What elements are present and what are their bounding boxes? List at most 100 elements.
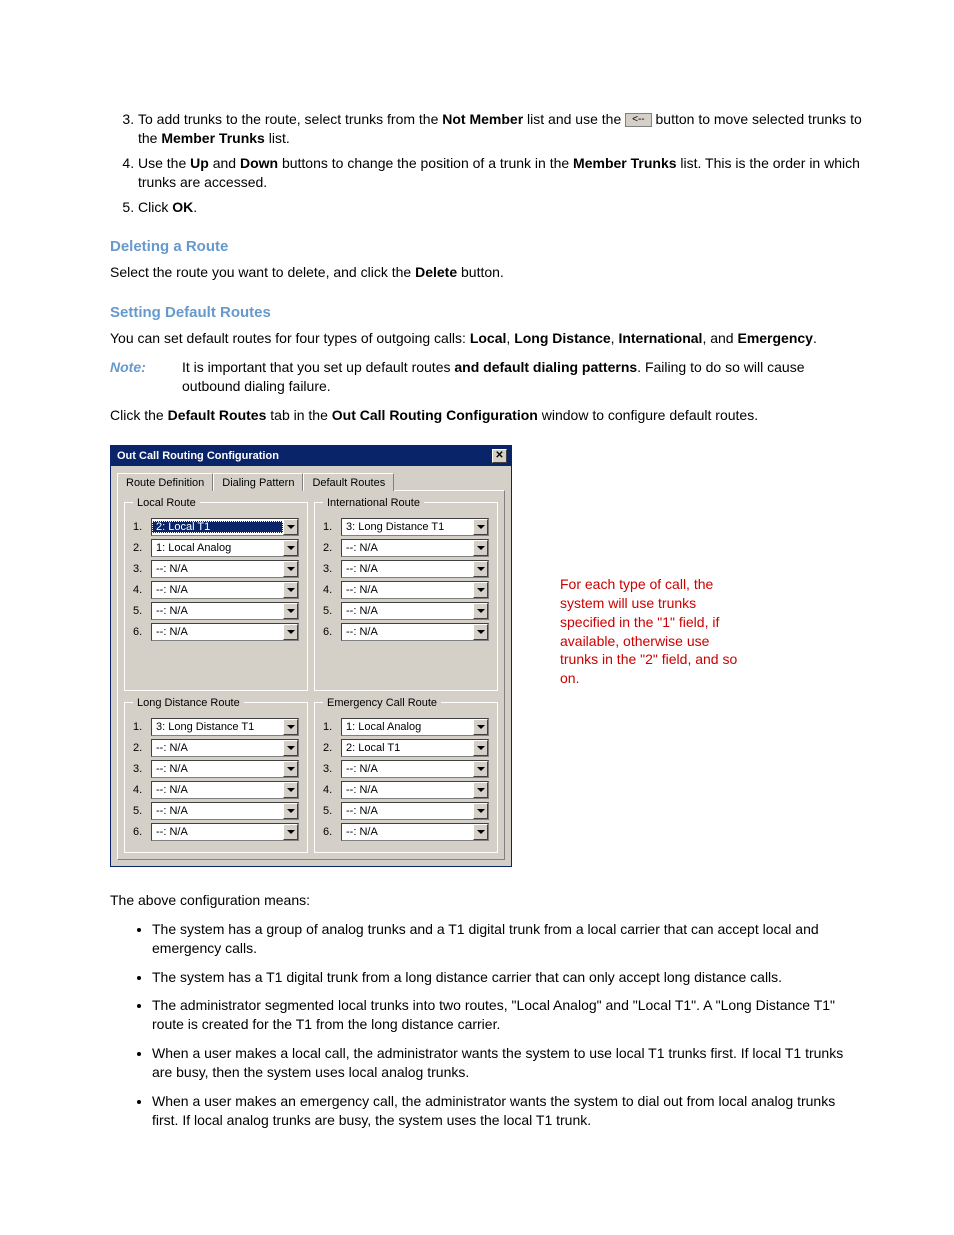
step-5: Click OK.	[138, 198, 864, 217]
route-dropdown[interactable]: --: N/A	[341, 802, 489, 820]
chevron-down-icon[interactable]	[283, 540, 298, 556]
chevron-down-icon[interactable]	[473, 740, 488, 756]
callout-text: For each type of call, the system will u…	[560, 575, 750, 688]
route-row: 5.--: N/A	[323, 802, 489, 820]
route-dropdown-value: --: N/A	[152, 563, 283, 575]
heading-deleting-route: Deleting a Route	[110, 238, 864, 255]
steps-list: To add trunks to the route, select trunk…	[110, 110, 864, 216]
route-row-number: 1.	[323, 721, 341, 733]
chevron-down-icon[interactable]	[283, 603, 298, 619]
heading-default-routes: Setting Default Routes	[110, 304, 864, 321]
chevron-down-icon[interactable]	[473, 519, 488, 535]
route-dropdown[interactable]: --: N/A	[341, 781, 489, 799]
explain-intro: The above configuration means:	[110, 891, 864, 910]
route-row: 6.--: N/A	[133, 823, 299, 841]
route-dropdown[interactable]: --: N/A	[151, 781, 299, 799]
legend-emerg: Emergency Call Route	[323, 697, 441, 709]
out-call-routing-dialog: Out Call Routing Configuration ✕ Route D…	[110, 445, 512, 867]
chevron-down-icon[interactable]	[473, 824, 488, 840]
route-dropdown-value: --: N/A	[152, 605, 283, 617]
route-dropdown[interactable]: --: N/A	[151, 623, 299, 641]
route-dropdown-value: --: N/A	[152, 626, 283, 638]
route-dropdown[interactable]: --: N/A	[151, 560, 299, 578]
route-dropdown[interactable]: 2: Local T1	[151, 518, 299, 536]
route-dropdown[interactable]: --: N/A	[341, 581, 489, 599]
route-dropdown[interactable]: --: N/A	[151, 739, 299, 757]
route-row: 2.1: Local Analog	[133, 539, 299, 557]
route-dropdown[interactable]: --: N/A	[341, 539, 489, 557]
route-dropdown[interactable]: --: N/A	[151, 802, 299, 820]
note-label: Note:	[110, 358, 182, 396]
close-icon[interactable]: ✕	[492, 449, 507, 463]
chevron-down-icon[interactable]	[283, 761, 298, 777]
chevron-down-icon[interactable]	[473, 803, 488, 819]
route-dropdown[interactable]: --: N/A	[341, 560, 489, 578]
route-row: 3.--: N/A	[323, 760, 489, 778]
chevron-down-icon[interactable]	[473, 782, 488, 798]
tab-default-routes[interactable]: Default Routes	[303, 473, 394, 491]
chevron-down-icon[interactable]	[283, 740, 298, 756]
dialog-tabs: Route Definition Dialing Pattern Default…	[111, 466, 511, 490]
route-dropdown[interactable]: --: N/A	[341, 823, 489, 841]
route-dropdown[interactable]: 3: Long Distance T1	[341, 518, 489, 536]
route-row-number: 4.	[323, 784, 341, 796]
bullet-item: When a user makes an emergency call, the…	[152, 1092, 864, 1130]
route-dropdown-value: --: N/A	[342, 784, 473, 796]
route-dropdown-value: --: N/A	[152, 826, 283, 838]
route-row: 2.--: N/A	[323, 539, 489, 557]
route-row: 6.--: N/A	[323, 623, 489, 641]
route-dropdown-value: --: N/A	[342, 605, 473, 617]
route-row-number: 1.	[133, 521, 151, 533]
note-block: Note: It is important that you set up de…	[110, 358, 864, 396]
group-international-route: International Route 1.3: Long Distance T…	[314, 497, 498, 691]
chevron-down-icon[interactable]	[283, 519, 298, 535]
route-row: 4.--: N/A	[323, 581, 489, 599]
chevron-down-icon[interactable]	[473, 603, 488, 619]
route-row-number: 2.	[323, 742, 341, 754]
route-dropdown[interactable]: 1: Local Analog	[341, 718, 489, 736]
route-dropdown[interactable]: 3: Long Distance T1	[151, 718, 299, 736]
chevron-down-icon[interactable]	[473, 761, 488, 777]
route-row-number: 5.	[133, 605, 151, 617]
chevron-down-icon[interactable]	[283, 582, 298, 598]
route-row-number: 3.	[133, 563, 151, 575]
group-emergency-route: Emergency Call Route 1.1: Local Analog2.…	[314, 697, 498, 853]
chevron-down-icon[interactable]	[283, 824, 298, 840]
chevron-down-icon[interactable]	[473, 719, 488, 735]
chevron-down-icon[interactable]	[283, 782, 298, 798]
route-dropdown-value: --: N/A	[342, 826, 473, 838]
route-dropdown[interactable]: --: N/A	[341, 760, 489, 778]
route-row: 2.--: N/A	[133, 739, 299, 757]
route-row-number: 3.	[323, 563, 341, 575]
route-dropdown[interactable]: 1: Local Analog	[151, 539, 299, 557]
route-dropdown[interactable]: --: N/A	[151, 760, 299, 778]
chevron-down-icon[interactable]	[473, 624, 488, 640]
route-dropdown[interactable]: --: N/A	[151, 581, 299, 599]
route-dropdown[interactable]: --: N/A	[151, 823, 299, 841]
chevron-down-icon[interactable]	[473, 561, 488, 577]
route-row-number: 4.	[323, 584, 341, 596]
route-row-number: 6.	[323, 626, 341, 638]
chevron-down-icon[interactable]	[283, 803, 298, 819]
route-dropdown[interactable]: --: N/A	[341, 602, 489, 620]
route-row-number: 6.	[323, 826, 341, 838]
chevron-down-icon[interactable]	[473, 582, 488, 598]
route-row-number: 2.	[133, 742, 151, 754]
route-dropdown[interactable]: --: N/A	[341, 623, 489, 641]
group-local-route: Local Route 1.2: Local T12.1: Local Anal…	[124, 497, 308, 691]
chevron-down-icon[interactable]	[473, 540, 488, 556]
route-row: 5.--: N/A	[133, 802, 299, 820]
chevron-down-icon[interactable]	[283, 624, 298, 640]
route-dropdown-value: 2: Local T1	[152, 521, 283, 533]
default-body: You can set default routes for four type…	[110, 329, 864, 348]
route-row: 4.--: N/A	[133, 581, 299, 599]
bullet-item: The system has a group of analog trunks …	[152, 920, 864, 958]
route-dropdown[interactable]: 2: Local T1	[341, 739, 489, 757]
tab-route-definition[interactable]: Route Definition	[117, 473, 213, 491]
route-dropdown-value: --: N/A	[342, 563, 473, 575]
chevron-down-icon[interactable]	[283, 719, 298, 735]
route-dropdown[interactable]: --: N/A	[151, 602, 299, 620]
dialog-panel: Local Route 1.2: Local T12.1: Local Anal…	[117, 490, 505, 860]
tab-dialing-pattern[interactable]: Dialing Pattern	[213, 473, 303, 491]
chevron-down-icon[interactable]	[283, 561, 298, 577]
